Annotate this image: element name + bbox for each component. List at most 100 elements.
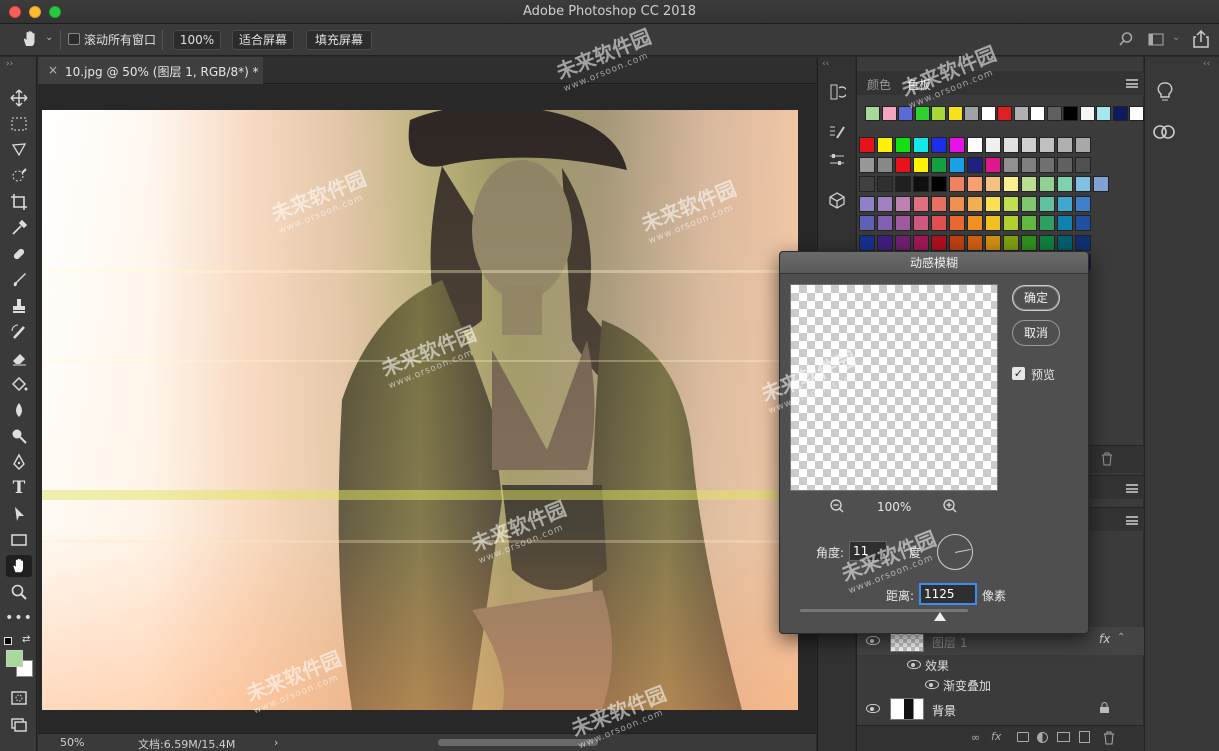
recent-swatch[interactable] [1129,106,1144,121]
swap-colors-icon[interactable]: ⇄ [22,634,30,645]
horizontal-scrollbar[interactable] [438,739,598,746]
collapse-icon[interactable]: ›› [6,59,13,69]
recent-swatch[interactable] [1046,106,1062,121]
color-swatch[interactable] [949,137,965,153]
layer-effect-row[interactable]: 渐变叠加 [857,675,1144,695]
scroll-all-windows-checkbox[interactable] [68,33,80,45]
color-swatch[interactable] [1021,156,1037,173]
color-swatch[interactable] [859,215,875,231]
rectangle-tool-icon[interactable] [6,529,32,551]
color-swatch[interactable] [1021,195,1037,212]
zoom-in-icon[interactable] [942,498,958,517]
move-tool-icon[interactable] [6,87,32,109]
color-swatch[interactable] [859,234,875,251]
color-swatch[interactable] [949,215,965,231]
eyedropper-tool-icon[interactable] [6,217,32,239]
color-swatch[interactable] [931,195,947,212]
foreground-background-swatches[interactable]: ⇄ [4,634,34,677]
visibility-eye-icon[interactable] [866,704,880,713]
close-tab-icon[interactable]: × [48,63,58,77]
workspace-icon[interactable] [1148,33,1166,50]
fill-screen-button[interactable]: 填充屏幕 [306,30,372,50]
trash-icon[interactable] [1101,452,1113,469]
recent-swatch[interactable] [947,106,963,121]
recent-swatch[interactable] [1112,106,1128,121]
color-swatch[interactable] [877,156,893,173]
zoom-level[interactable]: 50% [60,736,84,749]
canvas-area[interactable] [38,85,816,733]
color-swatch[interactable] [985,137,1001,153]
color-swatch[interactable] [1021,137,1037,153]
visibility-eye-icon[interactable] [866,636,880,645]
color-swatch[interactable] [1003,137,1019,153]
dialog-title[interactable]: 动感模糊 [780,252,1088,274]
color-swatch[interactable] [931,176,947,192]
lasso-tool-icon[interactable] [6,139,32,161]
color-swatch[interactable] [1003,176,1019,192]
filter-preview[interactable] [790,284,998,491]
eraser-tool-icon[interactable] [6,347,32,369]
recent-swatch[interactable] [1013,106,1029,121]
paint-bucket-tool-icon[interactable] [6,373,32,395]
recent-swatch[interactable] [997,106,1012,121]
color-swatch[interactable] [949,234,965,251]
recent-swatch[interactable] [1096,106,1111,121]
color-swatch[interactable] [1057,234,1073,251]
color-swatch[interactable] [967,215,983,231]
color-swatch[interactable] [1021,176,1037,192]
tab-swatches[interactable]: 色板 [907,76,931,93]
angle-dial[interactable] [937,534,973,570]
recent-swatch[interactable] [964,106,979,121]
color-swatch[interactable] [949,195,965,212]
color-swatch[interactable] [1039,137,1055,153]
panel-menu-icon[interactable] [1126,484,1138,493]
layer-name[interactable]: 图层 1 [932,634,967,651]
more-tools-icon[interactable]: ••• [5,607,32,629]
color-swatch[interactable] [949,176,965,192]
color-swatch[interactable] [913,195,929,212]
history-panel-icon[interactable] [826,81,848,103]
clone-stamp-tool-icon[interactable] [6,295,32,317]
color-swatch[interactable] [877,234,893,251]
color-swatch[interactable] [1039,215,1055,231]
color-swatch[interactable] [877,195,893,212]
color-swatch[interactable] [985,215,1001,231]
path-select-tool-icon[interactable] [6,503,32,525]
color-swatch[interactable] [949,156,965,173]
color-swatch[interactable] [1075,137,1091,153]
color-swatch[interactable] [1057,176,1073,192]
marquee-tool-icon[interactable] [6,113,32,135]
color-swatch[interactable] [967,176,983,192]
distance-slider-thumb[interactable] [934,612,946,621]
color-swatch[interactable] [895,137,911,153]
color-swatch[interactable] [967,137,983,153]
color-swatch[interactable] [1093,176,1109,192]
collapse-icon[interactable]: ‹‹ [822,59,829,69]
recent-swatch[interactable] [1063,106,1078,121]
panel-menu-icon[interactable] [1126,516,1138,525]
color-swatch[interactable] [913,234,929,251]
fx-icon[interactable]: fx [991,730,1001,743]
panel-menu-icon[interactable] [1126,79,1138,88]
color-swatch[interactable] [985,156,1001,173]
cancel-button[interactable]: 取消 [1012,320,1060,346]
recent-swatch[interactable] [980,106,996,121]
add-mask-icon[interactable] [1017,732,1029,742]
distance-input[interactable]: 1125 [919,583,977,605]
screen-mode-icon[interactable] [6,713,32,735]
color-swatch[interactable] [967,234,983,251]
layer-row[interactable]: 背景 [857,695,1144,723]
quick-select-tool-icon[interactable] [6,165,32,187]
color-swatch[interactable] [1075,176,1091,192]
document-tab[interactable]: × 10.jpg @ 50% (图层 1, RGB/8*) * [38,57,263,84]
share-icon[interactable] [1192,29,1210,52]
color-swatch[interactable] [1003,215,1019,231]
recent-swatch[interactable] [1030,106,1045,121]
color-swatch[interactable] [913,176,929,192]
layer-fx-icon[interactable]: fx [1099,632,1110,646]
visibility-eye-icon[interactable] [907,660,921,669]
color-swatch[interactable] [913,137,929,153]
pen-tool-icon[interactable] [6,451,32,473]
adjustments-icon[interactable] [826,149,848,171]
color-swatch[interactable] [1039,156,1055,173]
